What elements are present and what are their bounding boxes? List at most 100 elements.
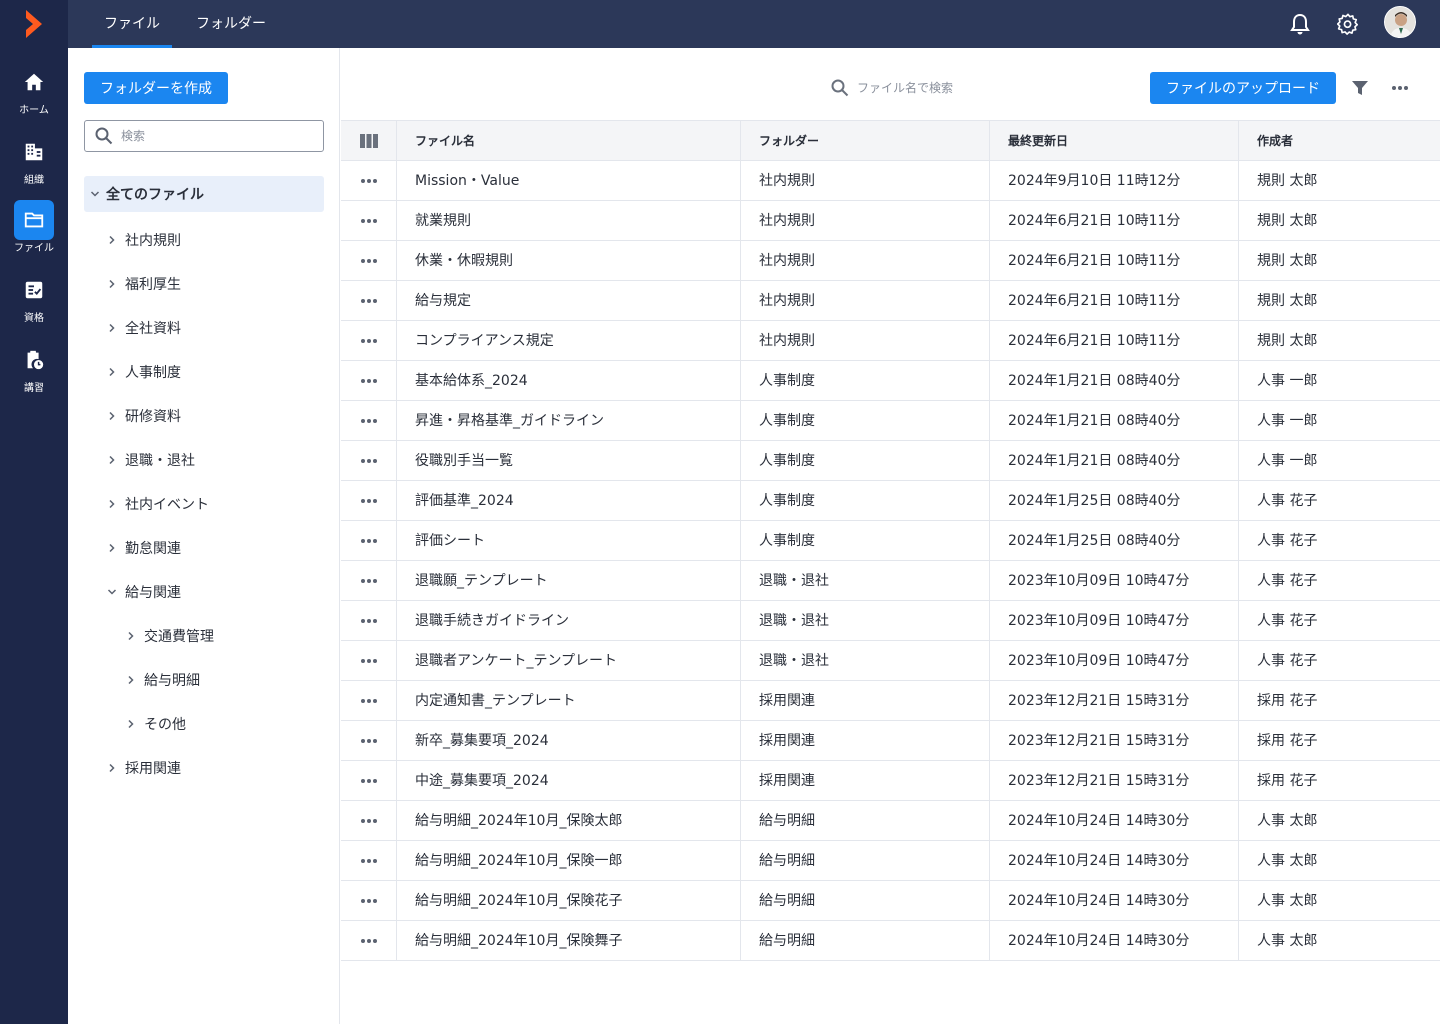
- table-row[interactable]: 休業・休暇規則 社内規則 2024年6月21日 10時11分 規則 太郎: [341, 241, 1440, 281]
- rail-item-training[interactable]: 講習: [0, 340, 68, 406]
- chevron-right-icon[interactable]: [107, 235, 117, 245]
- table-row[interactable]: 給与規定 社内規則 2024年6月21日 10時11分 規則 太郎: [341, 281, 1440, 321]
- chevron-right-icon[interactable]: [126, 631, 136, 641]
- cell-filename[interactable]: 休業・休暇規則: [397, 241, 741, 281]
- row-menu-icon[interactable]: [341, 721, 397, 761]
- row-menu-icon[interactable]: [341, 641, 397, 681]
- cell-filename[interactable]: 内定通知書_テンプレート: [397, 681, 741, 721]
- row-menu-icon[interactable]: [341, 481, 397, 521]
- chevron-right-icon[interactable]: [107, 763, 117, 773]
- chevron-right-icon[interactable]: [126, 719, 136, 729]
- row-menu-icon[interactable]: [341, 401, 397, 441]
- cell-filename[interactable]: 給与明細_2024年10月_保険太郎: [397, 801, 741, 841]
- tree-item[interactable]: 勤怠関連: [107, 536, 181, 560]
- tree-item[interactable]: 社内規則: [107, 228, 181, 252]
- row-menu-icon[interactable]: [341, 841, 397, 881]
- tree-item[interactable]: 採用関連: [107, 756, 181, 780]
- table-row[interactable]: Mission・Value 社内規則 2024年9月10日 11時12分 規則 太郎: [341, 161, 1440, 201]
- cell-filename[interactable]: Mission・Value: [397, 161, 741, 201]
- row-menu-icon[interactable]: [341, 761, 397, 801]
- rail-item-organization[interactable]: 組織: [0, 132, 68, 198]
- row-menu-icon[interactable]: [341, 161, 397, 201]
- chevron-right-icon[interactable]: [107, 543, 117, 553]
- cell-filename[interactable]: コンプライアンス規定: [397, 321, 741, 361]
- row-menu-icon[interactable]: [341, 561, 397, 601]
- cell-filename[interactable]: 新卒_募集要項_2024: [397, 721, 741, 761]
- table-row[interactable]: 就業規則 社内規則 2024年6月21日 10時11分 規則 太郎: [341, 201, 1440, 241]
- chevron-right-icon[interactable]: [126, 675, 136, 685]
- upload-file-button[interactable]: ファイルのアップロード: [1150, 72, 1336, 104]
- column-header-updated[interactable]: 最終更新日: [990, 121, 1239, 161]
- file-search-input[interactable]: [857, 81, 1057, 95]
- table-row[interactable]: 中途_募集要項_2024 採用関連 2023年12月21日 15時31分 採用 花子: [341, 761, 1440, 801]
- cell-filename[interactable]: 退職手続きガイドライン: [397, 601, 741, 641]
- chevron-down-icon[interactable]: [107, 587, 117, 597]
- row-menu-icon[interactable]: [341, 921, 397, 961]
- row-menu-icon[interactable]: [341, 601, 397, 641]
- table-row[interactable]: 給与明細_2024年10月_保険太郎 給与明細 2024年10月24日 14時30分…: [341, 801, 1440, 841]
- cell-filename[interactable]: 給与明細_2024年10月_保険花子: [397, 881, 741, 921]
- tree-item[interactable]: 人事制度: [107, 360, 181, 384]
- cell-filename[interactable]: 給与明細_2024年10月_保険舞子: [397, 921, 741, 961]
- table-row[interactable]: 基本給体系_2024 人事制度 2024年1月21日 08時40分 人事 一郎: [341, 361, 1440, 401]
- tab-files[interactable]: ファイル: [92, 0, 172, 48]
- chevron-right-icon[interactable]: [107, 411, 117, 421]
- more-options-icon[interactable]: [1390, 78, 1410, 98]
- chevron-right-icon[interactable]: [107, 499, 117, 509]
- table-row[interactable]: 給与明細_2024年10月_保険一郎 給与明細 2024年10月24日 14時30分…: [341, 841, 1440, 881]
- tree-item[interactable]: 退職・退社: [107, 448, 195, 472]
- cell-filename[interactable]: 中途_募集要項_2024: [397, 761, 741, 801]
- tree-item[interactable]: 給与明細: [126, 668, 200, 692]
- row-menu-icon[interactable]: [341, 241, 397, 281]
- tree-item[interactable]: 交通費管理: [126, 624, 214, 648]
- rail-item-files[interactable]: ファイル: [0, 200, 68, 266]
- table-row[interactable]: 評価基準_2024 人事制度 2024年1月25日 08時40分 人事 花子: [341, 481, 1440, 521]
- table-row[interactable]: 退職手続きガイドライン 退職・退社 2023年10月09日 10時47分 人事 花子: [341, 601, 1440, 641]
- create-folder-button[interactable]: フォルダーを作成: [84, 72, 228, 104]
- tree-item[interactable]: 給与関連: [107, 580, 181, 604]
- bell-icon[interactable]: [1286, 10, 1314, 38]
- cell-filename[interactable]: 就業規則: [397, 201, 741, 241]
- tree-item[interactable]: 福利厚生: [107, 272, 181, 296]
- row-menu-icon[interactable]: [341, 681, 397, 721]
- column-header-filename[interactable]: ファイル名: [397, 121, 741, 161]
- cell-filename[interactable]: 退職者アンケート_テンプレート: [397, 641, 741, 681]
- cell-filename[interactable]: 役職別手当一覧: [397, 441, 741, 481]
- chevron-right-icon[interactable]: [107, 323, 117, 333]
- tree-item[interactable]: 研修資料: [107, 404, 181, 428]
- table-row[interactable]: 役職別手当一覧 人事制度 2024年1月21日 08時40分 人事 一郎: [341, 441, 1440, 481]
- chevron-right-icon[interactable]: [107, 455, 117, 465]
- column-header-author[interactable]: 作成者: [1239, 121, 1440, 161]
- chevron-right-icon[interactable]: [107, 367, 117, 377]
- cell-filename[interactable]: 評価シート: [397, 521, 741, 561]
- filter-icon[interactable]: [1350, 78, 1370, 98]
- column-settings-icon[interactable]: [341, 121, 397, 161]
- gear-icon[interactable]: [1334, 10, 1362, 38]
- table-row[interactable]: 退職願_テンプレート 退職・退社 2023年10月09日 10時47分 人事 花子: [341, 561, 1440, 601]
- row-menu-icon[interactable]: [341, 521, 397, 561]
- tree-item[interactable]: 社内イベント: [107, 492, 209, 516]
- table-row[interactable]: 給与明細_2024年10月_保険花子 給与明細 2024年10月24日 14時30分…: [341, 881, 1440, 921]
- table-row[interactable]: 内定通知書_テンプレート 採用関連 2023年12月21日 15時31分 採用 花子: [341, 681, 1440, 721]
- table-row[interactable]: 評価シート 人事制度 2024年1月25日 08時40分 人事 花子: [341, 521, 1440, 561]
- cell-filename[interactable]: 昇進・昇格基準_ガイドライン: [397, 401, 741, 441]
- chevron-down-icon[interactable]: [90, 189, 100, 199]
- row-menu-icon[interactable]: [341, 201, 397, 241]
- table-row[interactable]: 昇進・昇格基準_ガイドライン 人事制度 2024年1月21日 08時40分 人事 一郎: [341, 401, 1440, 441]
- table-row[interactable]: 退職者アンケート_テンプレート 退職・退社 2023年10月09日 10時47分 人事…: [341, 641, 1440, 681]
- cell-filename[interactable]: 評価基準_2024: [397, 481, 741, 521]
- app-logo[interactable]: [24, 8, 44, 40]
- cell-filename[interactable]: 給与規定: [397, 281, 741, 321]
- table-row[interactable]: 給与明細_2024年10月_保険舞子 給与明細 2024年10月24日 14時30分…: [341, 921, 1440, 961]
- chevron-right-icon[interactable]: [107, 279, 117, 289]
- row-menu-icon[interactable]: [341, 441, 397, 481]
- cell-filename[interactable]: 給与明細_2024年10月_保険一郎: [397, 841, 741, 881]
- rail-item-certificates[interactable]: 資格: [0, 270, 68, 336]
- cell-filename[interactable]: 退職願_テンプレート: [397, 561, 741, 601]
- tab-folders[interactable]: フォルダー: [186, 0, 276, 48]
- row-menu-icon[interactable]: [341, 281, 397, 321]
- rail-item-home[interactable]: ホーム: [0, 62, 68, 128]
- row-menu-icon[interactable]: [341, 361, 397, 401]
- folder-search-input[interactable]: [121, 129, 311, 143]
- row-menu-icon[interactable]: [341, 801, 397, 841]
